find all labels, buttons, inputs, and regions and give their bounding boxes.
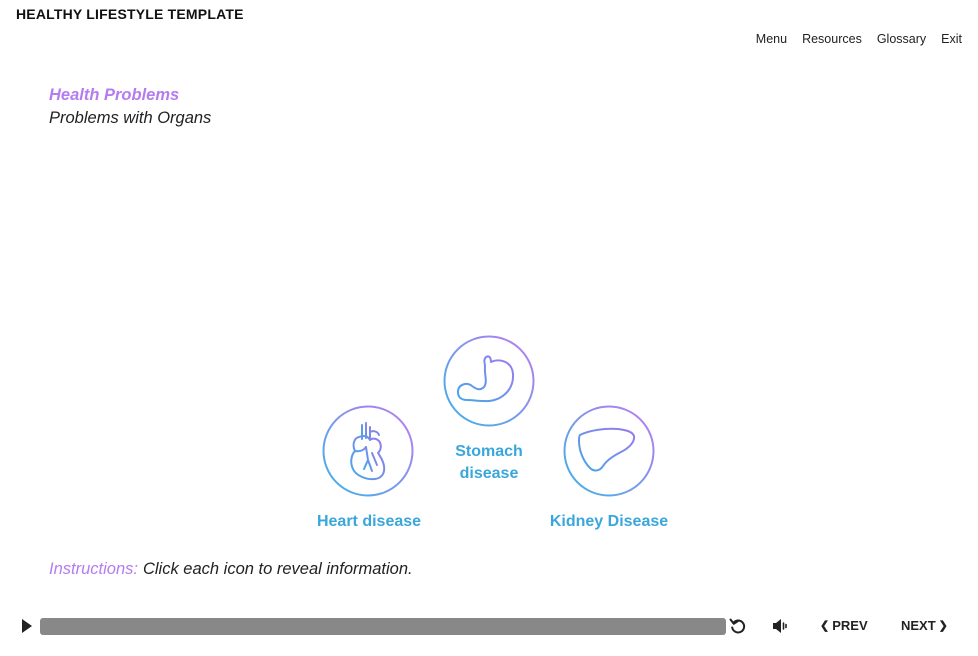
- volume-button[interactable]: [771, 617, 789, 635]
- glossary-link[interactable]: Glossary: [877, 32, 926, 46]
- course-title: HEALTHY LIFESTYLE TEMPLATE: [16, 6, 244, 22]
- stomach-disease-label-line1: Stomach: [455, 443, 523, 460]
- section-subtitle: Problems with Organs: [49, 109, 212, 127]
- chevron-right-icon: ❯: [938, 620, 948, 632]
- section-title: Health Problems: [49, 86, 180, 104]
- prev-label: PREV: [832, 618, 868, 633]
- next-label: NEXT: [901, 618, 936, 633]
- replay-button[interactable]: [729, 617, 747, 635]
- play-button[interactable]: [20, 618, 34, 634]
- resources-link[interactable]: Resources: [802, 32, 862, 46]
- top-nav: Menu Resources Glossary Exit: [756, 32, 962, 46]
- heart-icon: [322, 405, 414, 497]
- progress-bar[interactable]: [40, 618, 726, 635]
- stomach-disease-label[interactable]: Stomach disease: [439, 441, 539, 485]
- heart-disease-label[interactable]: Heart disease: [304, 511, 434, 533]
- kidney-icon: [563, 405, 655, 497]
- chevron-left-icon: ❮: [820, 620, 830, 632]
- stomach-icon: [443, 335, 535, 427]
- stomach-disease-label-line2: disease: [459, 465, 519, 482]
- instructions-lead: Instructions:: [49, 560, 138, 578]
- heart-disease-button[interactable]: [322, 405, 414, 497]
- prev-button[interactable]: ❮ PREV: [820, 618, 868, 633]
- kidney-disease-label[interactable]: Kidney Disease: [539, 511, 679, 533]
- play-icon: [22, 619, 32, 633]
- exit-link[interactable]: Exit: [941, 32, 962, 46]
- instructions-text: Click each icon to reveal information.: [142, 560, 413, 578]
- next-button[interactable]: NEXT ❯: [901, 618, 948, 633]
- player-bar: ❮ PREV NEXT ❯: [0, 612, 978, 642]
- replay-icon: [729, 618, 746, 634]
- volume-icon: [773, 619, 787, 633]
- stomach-disease-button[interactable]: [443, 335, 535, 427]
- kidney-disease-button[interactable]: [563, 405, 655, 497]
- instructions: Instructions: Click each icon to reveal i…: [49, 560, 413, 579]
- menu-link[interactable]: Menu: [756, 32, 787, 46]
